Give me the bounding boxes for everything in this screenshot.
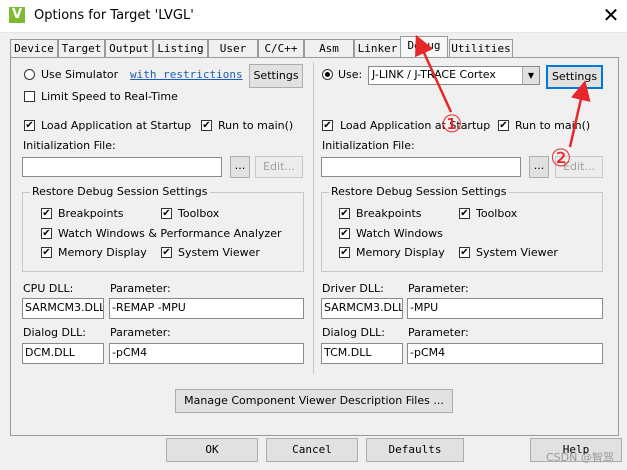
annotation-one: ① [441, 110, 463, 138]
annotation-overlay [415, 34, 591, 148]
watermark: CSDN @智驾 [546, 451, 614, 464]
annotation-two: ② [550, 144, 572, 172]
arrow-one [415, 34, 453, 113]
arrow-two [568, 80, 591, 148]
